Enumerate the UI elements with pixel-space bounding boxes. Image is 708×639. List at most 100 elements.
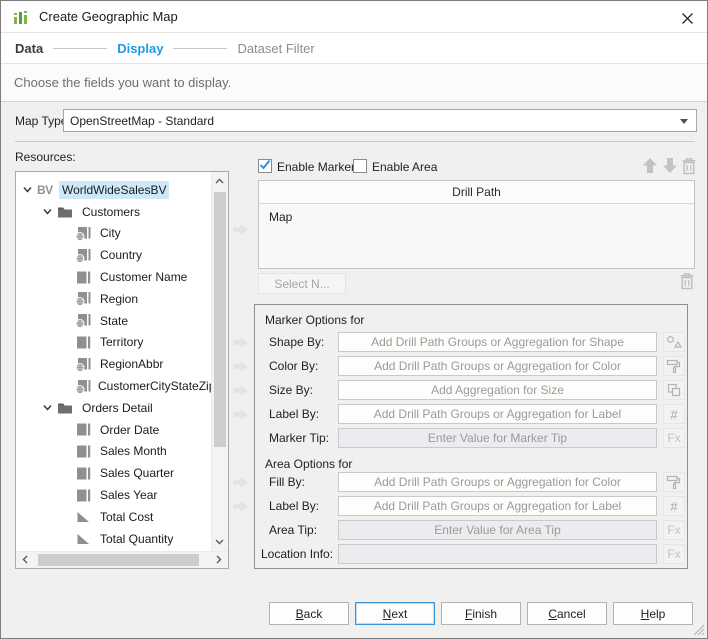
geo-field-icon (75, 379, 91, 394)
delete-drill-icon[interactable] (681, 157, 697, 175)
step-dataset-filter[interactable]: Dataset Filter (237, 41, 314, 56)
resources-tree-panel: BVWorldWideSalesBVCustomersCityCountry Cu… (15, 171, 229, 569)
tree-item-region[interactable]: Region (16, 288, 211, 310)
tree-item-customer-name[interactable]: Customer Name (16, 266, 211, 288)
scroll-up-icon[interactable] (213, 175, 226, 188)
description-bar: Choose the fields you want to display. (1, 63, 707, 102)
move-field-icon[interactable] (232, 336, 249, 349)
tree-item-label: Territory (97, 333, 146, 351)
label-by--field[interactable]: Add Drill Path Groups or Aggregation for… (338, 404, 657, 424)
tree-item-label: Total Cost (97, 508, 156, 526)
tree-item-worldwidesalesbv[interactable]: BVWorldWideSalesBV (16, 179, 211, 201)
formula-icon[interactable]: Fx (663, 544, 685, 564)
enable-marker-checkbox[interactable] (258, 159, 272, 173)
title-bar: Create Geographic Map (1, 1, 707, 33)
resource-tree: BVWorldWideSalesBVCustomersCityCountry Cu… (16, 172, 211, 551)
select-names-button[interactable]: Select N... (258, 273, 346, 294)
option-label: Shape By: (255, 335, 338, 349)
tree-item-state[interactable]: State (16, 310, 211, 332)
paint-roller-icon[interactable] (663, 472, 685, 492)
folder-icon (57, 205, 75, 218)
shape-by-icon[interactable] (663, 332, 685, 352)
scroll-right-icon[interactable] (212, 553, 225, 566)
tree-item-country[interactable]: Country (16, 244, 211, 266)
vertical-scrollbar[interactable] (211, 172, 228, 551)
geo-field-icon (75, 248, 93, 263)
location-info-field[interactable] (338, 544, 657, 564)
tree-item-customers[interactable]: Customers (16, 201, 211, 223)
tree-item-label: Country (97, 246, 145, 264)
formula-icon[interactable]: Fx (663, 520, 685, 540)
vertical-scroll-thumb[interactable] (214, 192, 226, 447)
tree-item-city[interactable]: City (16, 223, 211, 245)
hash-icon[interactable]: # (663, 496, 685, 516)
tree-item-label: Region (97, 290, 141, 308)
finish-button[interactable]: Finish (441, 602, 521, 625)
move-field-icon[interactable] (232, 360, 249, 373)
field-icon (75, 466, 93, 481)
option-label: Fill By: (255, 475, 338, 489)
drill-path-row[interactable]: Map (259, 204, 694, 230)
delete-row-icon[interactable] (679, 272, 695, 290)
tree-item-orders-detail[interactable]: Orders Detail (16, 397, 211, 419)
field-icon (75, 444, 93, 459)
move-field-icon[interactable] (232, 408, 249, 421)
resize-grip-icon[interactable] (692, 623, 705, 636)
dropdown-arrow-icon (680, 119, 688, 124)
option-row-color-by-: Color By:Add Drill Path Groups or Aggreg… (255, 356, 687, 376)
fill-by--field[interactable]: Add Drill Path Groups or Aggregation for… (338, 472, 657, 492)
enable-area-label: Enable Area (372, 160, 437, 174)
horizontal-scrollbar[interactable] (16, 551, 228, 568)
option-row-fill-by-: Fill By:Add Drill Path Groups or Aggrega… (255, 472, 687, 492)
chevron-down-icon[interactable] (42, 402, 57, 413)
tree-item-label: Order Date (97, 421, 162, 439)
move-up-icon[interactable] (641, 156, 659, 175)
tree-item-territory[interactable]: Territory (16, 332, 211, 354)
step-data[interactable]: Data (15, 41, 43, 56)
cancel-button[interactable]: Cancel (527, 602, 607, 625)
tree-item-sales-month[interactable]: Sales Month (16, 441, 211, 463)
formula-icon[interactable]: Fx (663, 428, 685, 448)
hash-icon[interactable]: # (663, 404, 685, 424)
tree-item-customercitystatezip[interactable]: CustomerCityStateZip (16, 375, 211, 397)
option-row-area-tip-: Area Tip:Enter Value for Area TipFx (255, 520, 687, 540)
move-field-icon[interactable] (232, 384, 249, 397)
back-button[interactable]: Back (269, 602, 349, 625)
move-down-icon[interactable] (661, 156, 679, 175)
tree-item-total-quantity[interactable]: Total Quantity (16, 528, 211, 550)
tree-item-order-date[interactable]: Order Date (16, 419, 211, 441)
chevron-down-icon[interactable] (42, 206, 57, 217)
chevron-down-icon[interactable] (22, 184, 37, 195)
area-tip--field[interactable]: Enter Value for Area Tip (338, 520, 657, 540)
size-by--field[interactable]: Add Aggregation for Size (338, 380, 657, 400)
map-type-select[interactable]: OpenStreetMap - Standard (63, 109, 697, 132)
next-button[interactable]: Next (355, 602, 435, 625)
tree-item-total-cost[interactable]: Total Cost (16, 506, 211, 528)
measure-icon (75, 509, 93, 524)
tree-item-sales-quarter[interactable]: Sales Quarter (16, 462, 211, 484)
scroll-left-icon[interactable] (19, 553, 32, 566)
move-field-icon[interactable] (232, 223, 249, 236)
label-by--field[interactable]: Add Drill Path Groups or Aggregation for… (338, 496, 657, 516)
option-row-label-by-: Label By:Add Drill Path Groups or Aggreg… (255, 404, 687, 424)
help-button[interactable]: Help (613, 602, 693, 625)
tree-item-label: WorldWideSalesBV (59, 181, 169, 199)
scroll-down-icon[interactable] (213, 535, 226, 548)
tree-item-sales-year[interactable]: Sales Year (16, 484, 211, 506)
step-display[interactable]: Display (117, 41, 163, 56)
marker-tip--field[interactable]: Enter Value for Marker Tip (338, 428, 657, 448)
measure-icon (75, 531, 93, 546)
move-field-icon[interactable] (232, 500, 249, 513)
enable-area-checkbox[interactable] (353, 159, 367, 173)
color-by--field[interactable]: Add Drill Path Groups or Aggregation for… (338, 356, 657, 376)
overlap-squares-icon[interactable] (663, 380, 685, 400)
option-label: Size By: (255, 383, 338, 397)
close-icon[interactable] (677, 9, 697, 27)
horizontal-scroll-thumb[interactable] (38, 554, 199, 566)
shape-by--field[interactable]: Add Drill Path Groups or Aggregation for… (338, 332, 657, 352)
tree-item-regionabbr[interactable]: RegionAbbr (16, 353, 211, 375)
window-title: Create Geographic Map (39, 9, 178, 24)
move-field-icon[interactable] (232, 476, 249, 489)
paint-roller-icon[interactable] (663, 356, 685, 376)
check-icon (259, 159, 271, 174)
